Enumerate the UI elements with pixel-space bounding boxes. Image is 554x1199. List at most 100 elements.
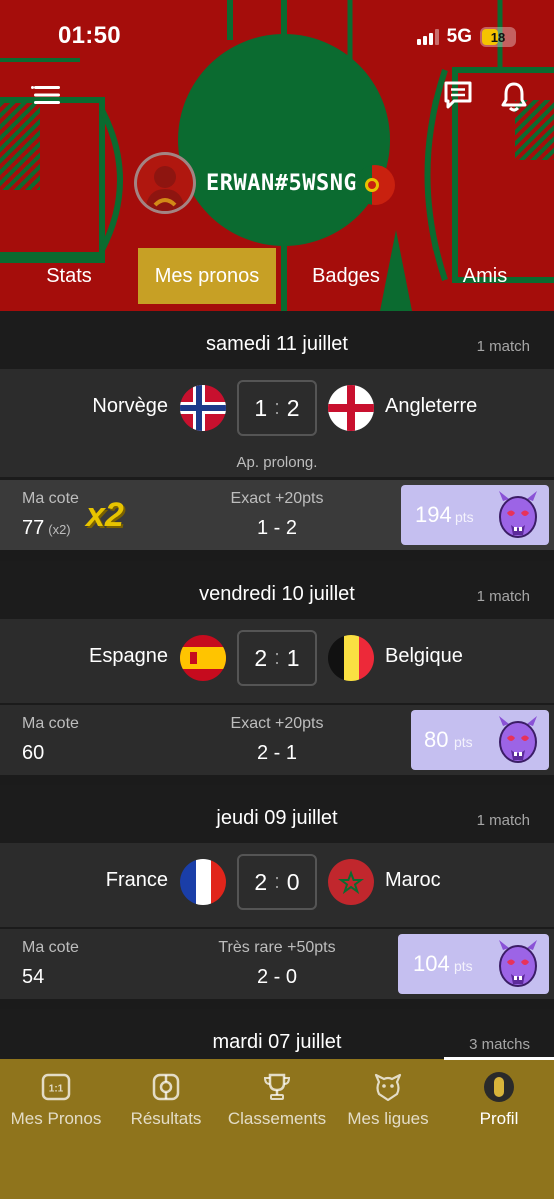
nav-label: Classements	[227, 1109, 327, 1128]
cote-label: Ma cote	[22, 939, 79, 956]
nav-label: Résultats	[130, 1109, 202, 1128]
profile-header: 01:50 5G 18 ERWAN#5WSNG Stats Mes pronos…	[0, 0, 554, 311]
home-score: 1	[254, 394, 268, 421]
match-row[interactable]: France 2 : 0 Maroc	[0, 843, 554, 927]
points-value: 80	[424, 727, 449, 752]
battery-icon: 18	[480, 27, 516, 47]
hamburger-icon	[31, 86, 60, 104]
mascot-icon	[499, 716, 537, 763]
prediction: 2 - 1	[256, 742, 298, 764]
day-date: vendredi 10 juillet	[199, 583, 355, 605]
tab-mes-pronos[interactable]: Mes pronos	[138, 248, 276, 304]
norway-flag-icon	[180, 385, 226, 431]
network-label: 5G	[446, 26, 472, 47]
score-box: 2 : 0	[237, 854, 317, 910]
notifications-button[interactable]	[496, 78, 532, 114]
points-unit: pts	[455, 509, 474, 525]
day-date: jeudi 09 juillet	[216, 807, 338, 829]
england-flag-icon	[328, 385, 374, 431]
profile-tabs: Stats Mes pronos Badges Amis	[0, 248, 554, 304]
signal-icon	[416, 29, 439, 45]
cote-multiplier: (x2)	[48, 522, 71, 537]
svg-text:1:1: 1:1	[49, 1084, 64, 1095]
battery-level: 18	[490, 29, 506, 45]
bottom-navigation: 1:1 Mes Pronos Résultats Classements Mes…	[0, 1057, 554, 1199]
score-separator: :	[274, 870, 280, 893]
match-note: Ap. prolong.	[236, 454, 318, 471]
score-box: 1 : 2	[237, 380, 317, 436]
prediction: 2 - 0	[256, 966, 298, 988]
nav-label: Profil	[479, 1109, 519, 1128]
nav-mes-pronos[interactable]: 1:1 Mes Pronos	[1, 1071, 111, 1129]
day-match-count: 1 match	[476, 588, 530, 605]
points-value: 194	[415, 502, 452, 527]
cote-value: 77 (x2)	[22, 517, 71, 539]
portugal-flag-icon	[355, 165, 395, 205]
mascot-icon	[499, 491, 537, 538]
profile-icon	[483, 1071, 515, 1103]
score-box: 2 : 1	[237, 630, 317, 686]
result-label: Exact +20pts	[230, 715, 324, 732]
score-separator: :	[274, 646, 280, 669]
x2-bonus-badge: x2	[86, 496, 124, 534]
prono-row[interactable]: Ma cote 77 (x2) x2 Exact +20pts 1 - 2 194…	[0, 480, 554, 550]
menu-button[interactable]	[28, 78, 64, 112]
pronos-feed[interactable]: samedi 11 juillet 1 match Norvège 1 : 2	[0, 311, 554, 1059]
status-indicators: 5G 18	[416, 26, 516, 48]
day-header: mardi 07 juillet 3 matchs	[0, 1009, 554, 1059]
result-label: Exact +20pts	[230, 490, 324, 507]
match-row[interactable]: Espagne 2 : 1 Belgique	[0, 619, 554, 703]
trophy-icon	[261, 1071, 293, 1103]
nav-label: Mes Pronos	[10, 1109, 102, 1128]
day-header: vendredi 10 juillet 1 match	[0, 561, 554, 619]
away-team: Angleterre	[385, 395, 478, 417]
home-score: 2	[254, 868, 268, 895]
home-team: Espagne	[89, 645, 168, 667]
nav-classements[interactable]: Classements	[222, 1071, 332, 1129]
nav-mes-ligues[interactable]: Mes ligues	[333, 1071, 443, 1129]
results-icon	[150, 1071, 182, 1103]
score-separator: :	[274, 396, 280, 419]
morocco-flag-icon	[328, 859, 374, 905]
points-card[interactable]: 194 pts	[401, 485, 549, 545]
nav-resultats[interactable]: Résultats	[111, 1071, 221, 1129]
match-row[interactable]: Norvège 1 : 2 Angleterre Ap. prolong.	[0, 369, 554, 477]
day-match-count: 3 matchs	[469, 1036, 530, 1053]
prono-row[interactable]: Ma cote 60 Exact +20pts 2 - 1 80 pts	[0, 705, 554, 775]
day-match-count: 1 match	[476, 812, 530, 829]
tab-badges[interactable]: Badges	[277, 248, 415, 304]
cote-label: Ma cote	[22, 490, 79, 507]
active-tab-indicator	[444, 1057, 554, 1060]
points-card[interactable]: 104 pts	[398, 934, 549, 994]
cote-value: 54	[22, 966, 45, 988]
prediction: 1 - 2	[256, 517, 298, 539]
points-value: 104	[413, 951, 450, 976]
away-score: 0	[286, 868, 300, 895]
day-header: jeudi 09 juillet 1 match	[0, 785, 554, 843]
points-unit: pts	[454, 734, 473, 750]
spain-flag-icon	[180, 635, 226, 681]
messages-button[interactable]	[440, 78, 476, 112]
away-team: Maroc	[385, 869, 441, 891]
cote-value: 60	[22, 742, 45, 764]
day-match-count: 1 match	[476, 338, 530, 355]
league-icon	[372, 1071, 404, 1103]
home-score: 2	[254, 644, 268, 671]
away-score: 2	[286, 394, 300, 421]
chat-icon	[444, 81, 472, 109]
prono-row[interactable]: Ma cote 54 Très rare +50pts 2 - 0 104 pt…	[0, 929, 554, 999]
belgium-flag-icon	[328, 635, 374, 681]
username: ERWAN#5WSNG	[206, 171, 358, 196]
away-team: Belgique	[385, 645, 463, 667]
result-label: Très rare +50pts	[218, 939, 336, 956]
home-team: Norvège	[92, 395, 168, 417]
nav-profil[interactable]: Profil	[444, 1071, 554, 1129]
tab-stats[interactable]: Stats	[0, 248, 138, 304]
bell-icon	[501, 82, 527, 112]
avatar[interactable]	[134, 152, 196, 214]
cote-label: Ma cote	[22, 715, 79, 732]
day-date: samedi 11 juillet	[206, 333, 348, 355]
points-card[interactable]: 80 pts	[411, 710, 549, 770]
tab-amis[interactable]: Amis	[416, 248, 554, 304]
pronos-icon: 1:1	[40, 1071, 72, 1103]
